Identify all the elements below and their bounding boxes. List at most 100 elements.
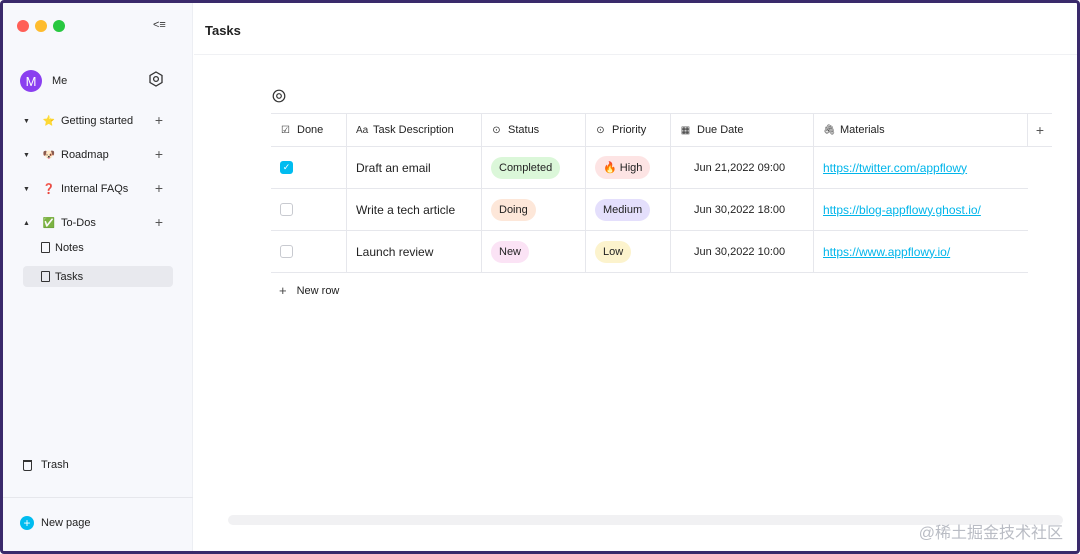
avatar[interactable]: M (20, 70, 42, 92)
app-window: <≡ M Me ▼ ⭐ Getting started + ▼ 🐶 Roadma… (0, 0, 1080, 554)
priority-cell[interactable]: 🔥 High (586, 147, 671, 188)
description-cell[interactable]: Launch review (347, 231, 482, 272)
new-row-button[interactable]: + New row (279, 283, 339, 298)
status-badge: Completed (491, 156, 561, 179)
column-header-due-date[interactable]: ▦ Due Date (671, 114, 814, 146)
sidebar-item-label: Roadmap (61, 149, 109, 161)
collapse-caret-icon[interactable]: ▼ (23, 118, 35, 125)
column-header-task-description[interactable]: Aa Task Description (347, 114, 482, 146)
plus-circle-icon: + (20, 516, 34, 530)
user-row[interactable]: M Me (20, 68, 170, 94)
sidebar-item-notes[interactable]: Notes (23, 237, 173, 258)
status-cell[interactable]: Completed (482, 147, 586, 188)
status-badge: New (491, 240, 530, 263)
sidebar-item-label: Getting started (61, 115, 134, 127)
materials-cell[interactable]: https://www.appflowy.io/ (814, 231, 1028, 272)
sidebar-item-to-dos[interactable]: ▲ ✅ To-Dos + (23, 212, 173, 234)
sidebar-item-label: Internal FAQs (61, 183, 129, 195)
status-cell[interactable]: New (482, 231, 586, 272)
settings-icon[interactable] (148, 71, 164, 87)
select-icon: ⊙ (596, 124, 605, 136)
new-page-button[interactable]: + New page (20, 516, 91, 530)
page-title: Tasks (205, 23, 241, 38)
column-header-label: Priority (612, 124, 647, 136)
sidebar-item-roadmap[interactable]: ▼ 🐶 Roadmap + (23, 144, 173, 166)
checkbox-checked[interactable]: ✓ (280, 161, 293, 174)
collapse-sidebar-icon[interactable]: <≡ (153, 19, 166, 31)
column-header-materials[interactable]: 🖇 Materials (814, 114, 1028, 146)
material-link[interactable]: https://www.appflowy.io/ (823, 245, 950, 259)
close-window-button[interactable] (17, 20, 29, 32)
priority-badge: 🔥 High (595, 156, 651, 179)
add-subpage-icon[interactable]: + (155, 146, 163, 162)
sidebar-item-internal-faqs[interactable]: ▼ ❓ Internal FAQs + (23, 178, 173, 200)
column-header-priority[interactable]: ⊙ Priority (586, 114, 671, 146)
column-header-label: Done (297, 124, 324, 136)
due-date-cell[interactable]: Jun 30,2022 10:00 (671, 231, 814, 272)
checkbox-icon: ☑ (281, 124, 290, 136)
grid-header: ☑ Done Aa Task Description ⊙ Status ⊙ Pr… (271, 113, 1052, 147)
sidebar-footer: + New page (3, 497, 193, 551)
material-link[interactable]: https://blog-appflowy.ghost.io/ (823, 203, 981, 217)
maximize-window-button[interactable] (53, 20, 65, 32)
window-controls (17, 20, 65, 32)
sidebar-item-getting-started[interactable]: ▼ ⭐ Getting started + (23, 110, 173, 132)
priority-badge: Low (595, 240, 632, 263)
dog-icon: 🐶 (42, 149, 56, 161)
status-badge: Doing (491, 198, 536, 221)
column-header-label: Task Description (373, 124, 454, 136)
add-subpage-icon[interactable]: + (155, 180, 163, 196)
done-cell[interactable] (271, 231, 347, 272)
column-header-status[interactable]: ⊙ Status (482, 114, 586, 146)
top-bar: Tasks (194, 3, 1077, 55)
status-cell[interactable]: Doing (482, 189, 586, 230)
priority-cell[interactable]: Low (586, 231, 671, 272)
trash-item[interactable]: Trash (23, 459, 69, 471)
plus-icon: + (279, 283, 287, 298)
view-settings-icon[interactable] (272, 89, 286, 103)
calendar-icon: ▦ (680, 124, 691, 136)
description-cell[interactable]: Draft an email (347, 147, 482, 188)
collapse-caret-icon[interactable]: ▼ (23, 152, 35, 159)
add-subpage-icon[interactable]: + (155, 214, 163, 230)
add-column-button[interactable]: + (1028, 114, 1052, 146)
priority-cell[interactable]: Medium (586, 189, 671, 230)
materials-cell[interactable]: https://twitter.com/appflowy (814, 147, 1028, 188)
add-subpage-icon[interactable]: + (155, 112, 163, 128)
text-icon: Aa (356, 124, 369, 136)
minimize-window-button[interactable] (35, 20, 47, 32)
new-row-label: New row (296, 284, 340, 297)
column-header-label: Materials (840, 124, 885, 136)
watermark: @稀土掘金技术社区 (918, 525, 1063, 542)
done-cell[interactable]: ✓ (271, 147, 347, 188)
table-row: Write a tech article Doing Medium Jun 30… (271, 189, 1028, 231)
column-header-done[interactable]: ☑ Done (271, 114, 347, 146)
document-icon (41, 242, 50, 253)
star-icon: ⭐ (42, 115, 56, 127)
priority-badge: Medium (595, 198, 651, 221)
checkbox-unchecked[interactable] (280, 203, 293, 216)
user-name: Me (52, 75, 68, 87)
document-icon (41, 271, 50, 282)
due-date-cell[interactable]: Jun 21,2022 09:00 (671, 147, 814, 188)
table-row: ✓ Draft an email Completed 🔥 High Jun 21… (271, 147, 1028, 189)
trash-icon (23, 459, 32, 471)
due-date-cell[interactable]: Jun 30,2022 18:00 (671, 189, 814, 230)
column-header-label: Due Date (697, 124, 744, 136)
sidebar-item-label: To-Dos (61, 217, 96, 229)
trash-label: Trash (41, 459, 69, 471)
sidebar: <≡ M Me ▼ ⭐ Getting started + ▼ 🐶 Roadma… (3, 3, 193, 551)
collapse-caret-icon[interactable]: ▼ (23, 186, 35, 193)
material-link[interactable]: https://twitter.com/appflowy (823, 161, 967, 175)
checkbox-unchecked[interactable] (280, 245, 293, 258)
paperclip-icon: 🖇 (823, 124, 836, 136)
description-cell[interactable]: Write a tech article (347, 189, 482, 230)
sidebar-item-tasks[interactable]: Tasks (23, 266, 173, 287)
check-mark-icon: ✅ (42, 217, 56, 229)
column-header-label: Status (508, 124, 540, 136)
select-icon: ⊙ (492, 124, 501, 136)
done-cell[interactable] (271, 189, 347, 230)
question-icon: ❓ (42, 183, 56, 195)
materials-cell[interactable]: https://blog-appflowy.ghost.io/ (814, 189, 1028, 230)
expand-caret-icon[interactable]: ▲ (23, 220, 35, 227)
